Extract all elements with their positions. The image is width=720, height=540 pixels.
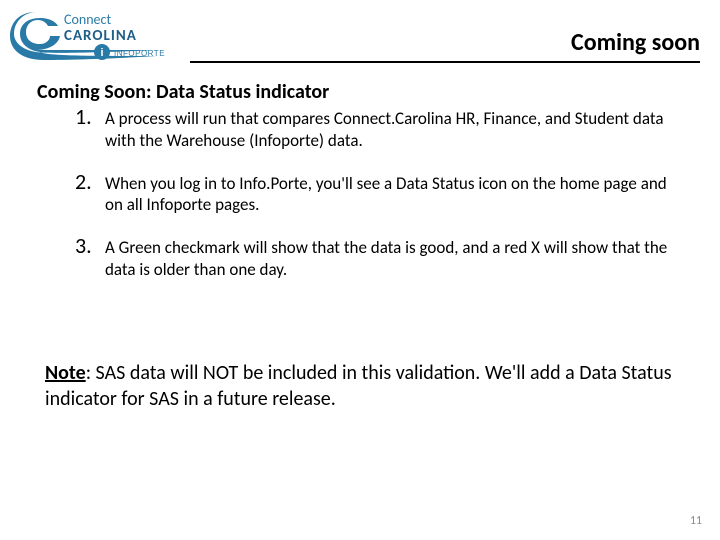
header-divider: [190, 61, 700, 63]
list-item-text: When you log in to Info.Porte, you'll se…: [105, 170, 680, 217]
svg-text:i: i: [100, 47, 103, 59]
note-body: : SAS data will NOT be included in this …: [45, 361, 672, 411]
subtitle-rest: Data Status indicator: [151, 80, 329, 104]
note-lead: Note: [45, 361, 86, 385]
list-item-number: 1.: [75, 105, 105, 129]
slide-header: Connect CAROLINA i INFOPORTE Coming soon: [0, 6, 720, 68]
subtitle: Coming Soon: Data Status indicator: [37, 80, 329, 104]
page-number: 11: [690, 514, 702, 528]
list-item-text: A Green checkmark will show that the dat…: [105, 234, 680, 281]
connect-carolina-logo: Connect CAROLINA i INFOPORTE: [6, 6, 186, 64]
list-item: 2. When you log in to Info.Porte, you'll…: [75, 170, 680, 217]
list-item-number: 3.: [75, 234, 105, 258]
logo-badge-text: INFOPORTE: [114, 49, 165, 58]
logo-text-secondary: CAROLINA: [64, 27, 137, 45]
logo-text-primary: Connect: [64, 11, 111, 28]
list-item: 3. A Green checkmark will show that the …: [75, 234, 680, 281]
list-item: 1. A process will run that compares Conn…: [75, 105, 680, 152]
note-paragraph: Note: SAS data will NOT be included in t…: [45, 360, 675, 412]
list-item-text: A process will run that compares Connect…: [105, 105, 680, 152]
list-item-number: 2.: [75, 170, 105, 194]
slide-title: Coming soon: [571, 28, 700, 57]
numbered-list: 1. A process will run that compares Conn…: [75, 105, 680, 299]
subtitle-lead: Coming Soon:: [37, 80, 151, 104]
